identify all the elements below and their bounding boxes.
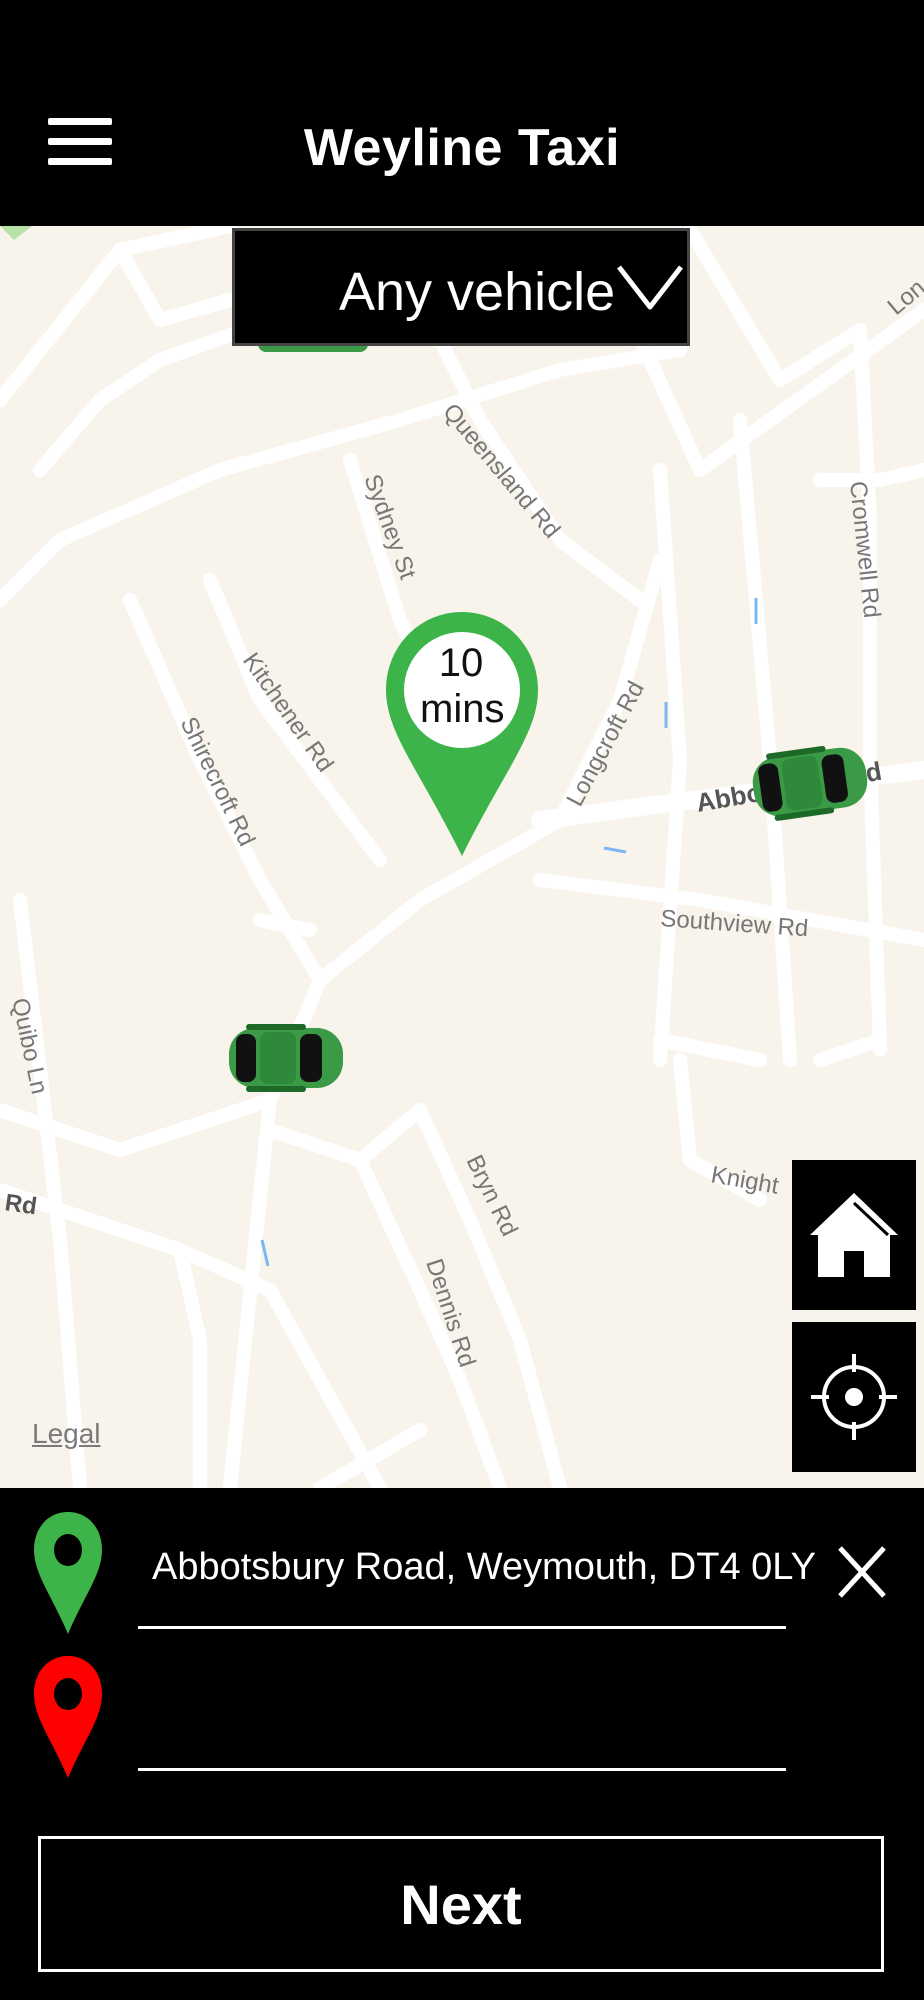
eta-label: 10 mins	[420, 640, 505, 732]
street-label: Kitchener Rd	[237, 648, 339, 777]
locate-me-button[interactable]	[792, 1322, 916, 1472]
pickup-address-field[interactable]: Abbotsbury Road, Weymouth, DT4 0LY	[138, 1536, 816, 1629]
app-header: Weyline Taxi	[0, 0, 924, 226]
locate-crosshair-icon	[811, 1354, 897, 1440]
street-label: Queensland Rd	[437, 399, 565, 544]
chevron-down-icon	[617, 265, 683, 310]
dropoff-pin-icon	[34, 1656, 102, 1778]
street-label: Quibo Ln	[6, 996, 53, 1097]
vehicle-type-dropdown[interactable]: Any vehicle	[232, 228, 690, 346]
eta-minutes: 10	[438, 641, 484, 685]
street-label: Longcroft Rd	[561, 677, 649, 811]
home-icon	[810, 1193, 898, 1277]
pickup-address-value: Abbotsbury Road, Weymouth, DT4 0LY	[152, 1546, 816, 1588]
next-button[interactable]: Next	[38, 1836, 884, 1972]
close-icon	[838, 1546, 886, 1598]
vehicle-type-label: Any vehicle	[339, 262, 616, 322]
dropoff-address-field[interactable]	[138, 1678, 786, 1771]
street-label: Knight	[709, 1161, 781, 1199]
legal-link[interactable]: Legal	[32, 1418, 101, 1450]
app-title: Weyline Taxi	[303, 119, 621, 177]
street-label: Shirecroft Rd	[175, 713, 261, 851]
eta-unit: mins	[420, 687, 505, 731]
pickup-pin-icon	[34, 1512, 102, 1634]
clear-pickup-button[interactable]	[834, 1540, 890, 1604]
taxi-car-icon	[229, 1024, 343, 1092]
street-label: Rd	[3, 1189, 38, 1220]
home-button[interactable]	[792, 1160, 916, 1310]
street-label: Cromwell Rd	[844, 480, 885, 619]
